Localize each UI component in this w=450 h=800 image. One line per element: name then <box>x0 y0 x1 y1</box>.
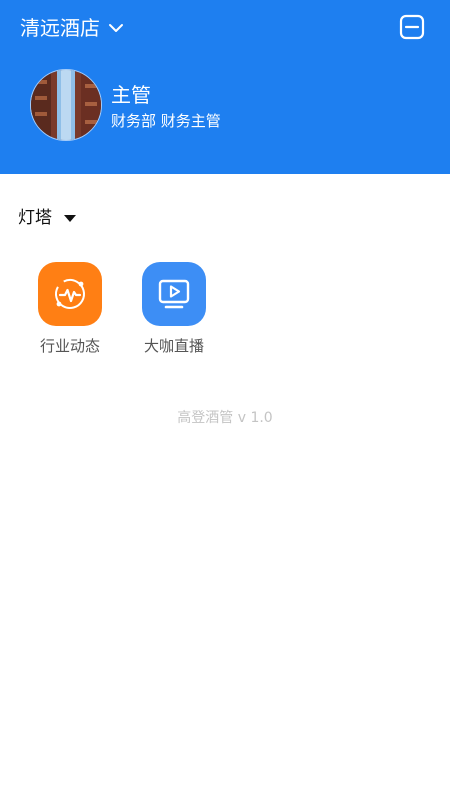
caret-down-icon <box>64 214 76 222</box>
hotel-selector[interactable]: 清远酒店 <box>20 14 124 42</box>
avatar[interactable] <box>30 69 102 141</box>
tv-play-icon <box>142 262 206 326</box>
section-toggle-lighthouse[interactable]: 灯塔 <box>18 205 76 231</box>
version-text: 高登酒管 v 1.0 <box>177 410 273 426</box>
header-bar: 清远酒店 主管 财务部 财务主管 <box>0 0 450 174</box>
hotel-name: 清远酒店 <box>20 16 100 40</box>
minus-square-icon[interactable] <box>399 14 425 40</box>
app-industry-news[interactable]: 行业动态 <box>25 262 115 356</box>
app-label: 大咖直播 <box>143 337 204 355</box>
section-title: 灯塔 <box>18 208 52 228</box>
user-name: 主管 <box>111 83 151 107</box>
user-department: 财务部 财务主管 <box>111 112 221 130</box>
app-celebrity-live[interactable]: 大咖直播 <box>129 262 219 356</box>
chevron-down-icon <box>108 20 124 36</box>
app-label: 行业动态 <box>39 337 100 355</box>
pulse-chart-icon <box>38 262 102 326</box>
